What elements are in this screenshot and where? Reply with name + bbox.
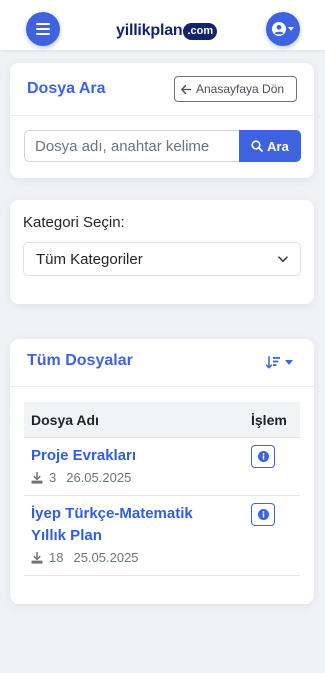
column-header-action: İşlem (251, 412, 287, 428)
file-link[interactable]: İyep Türkçe-Matematik Yıllık Plan (31, 503, 231, 547)
top-navbar: yillikplan .com (0, 0, 325, 50)
home-button-label: Anasayfaya Dön (196, 82, 285, 96)
chevron-down-icon (278, 255, 288, 262)
table-row: İyep Türkçe-Matematik Yıllık Plan 18 25.… (24, 496, 300, 576)
files-title: Tüm Dosyalar (27, 352, 133, 369)
info-circle-icon (257, 451, 269, 462)
info-circle-icon (257, 509, 269, 520)
search-icon (251, 140, 264, 152)
logo-suffix: .com (183, 22, 218, 40)
site-logo[interactable]: yillikplan .com (116, 18, 218, 44)
sort-button[interactable] (266, 353, 300, 371)
arrow-left-icon (181, 84, 191, 94)
file-date: 26.05.2025 (66, 470, 132, 485)
file-meta: 18 25.05.2025 (31, 550, 139, 565)
table-row: Proje Evrakları 3 26.05.2025 (24, 438, 300, 496)
download-count: 18 (49, 550, 64, 565)
search-button-label: Ara (267, 138, 289, 154)
category-card: Kategori Seçin: Tüm Kategoriler (10, 200, 314, 304)
bars-icon (36, 23, 50, 35)
search-card: Dosya Ara Anasayfaya Dön Ara (10, 63, 314, 178)
menu-button[interactable] (26, 12, 60, 46)
column-header-name: Dosya Adı (31, 412, 99, 428)
sort-amount-icon (266, 355, 280, 369)
download-icon (31, 551, 43, 564)
file-link[interactable]: Proje Evrakları (31, 445, 231, 467)
divider (10, 386, 314, 387)
home-button[interactable]: Anasayfaya Dön (174, 76, 297, 102)
user-circle-icon (272, 22, 286, 36)
logo-text: yillikplan (116, 22, 183, 39)
category-select[interactable]: Tüm Kategoriler (23, 242, 301, 276)
download-count: 3 (49, 470, 57, 485)
files-card: Tüm Dosyalar Dosya Adı İşlem Proje Evrak… (10, 339, 314, 604)
chevron-down-icon (285, 359, 293, 365)
download-icon (31, 471, 43, 484)
file-date: 25.05.2025 (73, 550, 139, 565)
search-title: Dosya Ara (27, 80, 106, 97)
user-menu-button[interactable] (266, 12, 300, 46)
info-button[interactable] (251, 503, 275, 526)
search-input[interactable] (24, 130, 239, 162)
category-label: Kategori Seçin: (23, 214, 125, 231)
category-selected-value: Tüm Kategoriler (36, 250, 143, 268)
info-button[interactable] (251, 445, 275, 468)
table-header: Dosya Adı İşlem (24, 402, 300, 438)
search-button[interactable]: Ara (239, 130, 301, 162)
file-meta: 3 26.05.2025 (31, 470, 131, 485)
chevron-down-icon (288, 27, 294, 31)
divider (10, 115, 314, 116)
